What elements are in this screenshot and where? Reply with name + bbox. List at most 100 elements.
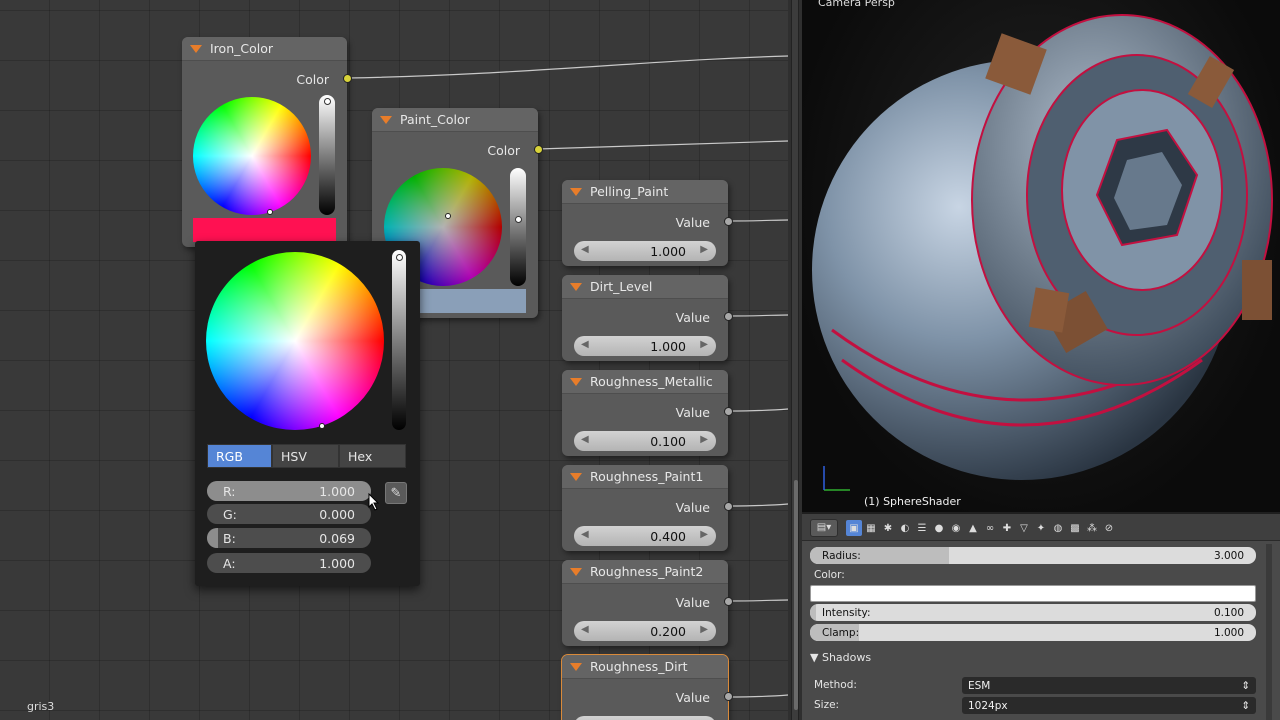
collapse-arrow-icon[interactable] xyxy=(570,662,582,671)
output-socket[interactable] xyxy=(724,217,733,226)
modifier-icon[interactable]: ▲ xyxy=(965,520,981,536)
color-wheel[interactable] xyxy=(193,97,311,215)
decrement-icon[interactable]: ◀ xyxy=(581,529,589,540)
slider-knob[interactable] xyxy=(323,98,331,105)
size-dropdown[interactable]: 1024px ⇕ xyxy=(962,697,1256,714)
value-slider[interactable] xyxy=(319,95,335,215)
output-socket[interactable] xyxy=(724,407,733,416)
output-socket[interactable] xyxy=(534,145,543,154)
3d-viewport[interactable]: Camera Persp (1) SphereShader xyxy=(802,0,1280,512)
node-header[interactable]: Dirt_Level xyxy=(562,275,728,299)
light-color-swatch[interactable] xyxy=(810,585,1256,602)
node-header[interactable]: Roughness_Paint1 xyxy=(562,465,728,489)
node-dirt-level[interactable]: Dirt_Level Value ◀ 1.000 ▶ xyxy=(562,275,733,361)
node-header[interactable]: Pelling_Paint xyxy=(562,180,728,204)
eyedropper-button[interactable]: ✎ xyxy=(385,482,407,504)
wheel-cursor[interactable] xyxy=(445,213,451,219)
node-header[interactable]: Roughness_Metallic xyxy=(562,370,728,394)
node-roughness-paint1[interactable]: Roughness_Paint1 Value ◀ 0.400 ▶ xyxy=(562,465,733,551)
collapse-arrow-icon[interactable] xyxy=(570,377,582,386)
decrement-icon[interactable]: ◀ xyxy=(581,244,589,255)
texture-icon[interactable]: ▩ xyxy=(1067,520,1083,536)
wheel-cursor[interactable] xyxy=(267,209,273,215)
node-roughness-dirt[interactable]: Roughness_Dirt Value xyxy=(562,655,733,720)
value-slider[interactable] xyxy=(510,168,526,286)
value-field[interactable] xyxy=(574,716,716,720)
node-roughness-metallic[interactable]: Roughness_Metallic Value ◀ 0.100 ▶ xyxy=(562,370,733,456)
color-picker-popup[interactable]: RGB HSV Hex R: 1.000 G: 0.000 B: 0.069 A… xyxy=(195,241,420,586)
collapse-arrow-icon[interactable] xyxy=(190,44,202,53)
color-swatch[interactable] xyxy=(193,218,336,242)
increment-icon[interactable]: ▶ xyxy=(700,339,708,350)
collapse-arrow-icon[interactable] xyxy=(570,187,582,196)
node-iron-color[interactable]: Iron_Color Color xyxy=(182,37,352,247)
increment-icon[interactable]: ▶ xyxy=(700,244,708,255)
collapse-arrow-icon[interactable] xyxy=(570,567,582,576)
output-label: Value xyxy=(675,595,710,610)
node-header[interactable]: Iron_Color xyxy=(182,37,347,61)
shadows-panel-header[interactable]: ▼ Shadows xyxy=(810,651,871,664)
world-icon[interactable]: ◐ xyxy=(897,520,913,536)
material-icon[interactable]: ◍ xyxy=(1050,520,1066,536)
scrollbar-track[interactable] xyxy=(791,0,799,720)
node-header[interactable]: Paint_Color xyxy=(372,108,538,132)
intensity-field[interactable]: Intensity: 0.100 xyxy=(810,604,1256,621)
node-header[interactable]: Roughness_Paint2 xyxy=(562,560,728,584)
value-field[interactable]: ◀ 0.400 ▶ xyxy=(574,526,716,546)
tab-hex[interactable]: Hex xyxy=(339,444,406,468)
light-icon[interactable]: ✦ xyxy=(1033,520,1049,536)
output-socket[interactable] xyxy=(724,312,733,321)
scrollbar-thumb[interactable] xyxy=(794,480,798,710)
node-pelling-paint[interactable]: Pelling_Paint Value ◀ 1.000 ▶ xyxy=(562,180,733,266)
layers-icon[interactable]: ▦ xyxy=(863,520,879,536)
value-field[interactable]: ◀ 1.000 ▶ xyxy=(574,241,716,261)
list-icon[interactable]: ☰ xyxy=(914,520,930,536)
g-channel-field[interactable]: G: 0.000 xyxy=(207,504,371,524)
particles-icon[interactable]: ⁂ xyxy=(1084,520,1100,536)
area-splitter[interactable] xyxy=(788,0,802,720)
node-header[interactable]: Roughness_Dirt xyxy=(562,655,728,679)
data-icon[interactable]: ▽ xyxy=(1016,520,1032,536)
constraints-icon[interactable]: ◉ xyxy=(948,520,964,536)
color-wheel[interactable] xyxy=(206,252,384,430)
collapse-arrow-icon[interactable] xyxy=(570,472,582,481)
a-channel-field[interactable]: A: 1.000 xyxy=(207,553,371,573)
slider-knob[interactable] xyxy=(395,254,403,261)
editor-type-button[interactable]: ▤▾ xyxy=(810,519,838,537)
slider-knob[interactable] xyxy=(514,216,522,223)
wrench-icon[interactable]: ✚ xyxy=(999,520,1015,536)
decrement-icon[interactable]: ◀ xyxy=(581,339,589,350)
collapse-arrow-icon[interactable] xyxy=(570,282,582,291)
r-channel-field[interactable]: R: 1.000 xyxy=(207,481,371,501)
physics-icon[interactable]: ⊘ xyxy=(1101,520,1117,536)
increment-icon[interactable]: ▶ xyxy=(700,434,708,445)
wheel-cursor[interactable] xyxy=(319,423,325,429)
node-editor[interactable]: Iron_Color Color Paint_Color Color Pelli… xyxy=(0,0,788,720)
tab-hsv[interactable]: HSV xyxy=(272,444,339,468)
value-slider[interactable] xyxy=(392,250,406,430)
increment-icon[interactable]: ▶ xyxy=(700,529,708,540)
node-roughness-paint2[interactable]: Roughness_Paint2 Value ◀ 0.200 ▶ xyxy=(562,560,733,646)
value-field[interactable]: ◀ 0.100 ▶ xyxy=(574,431,716,451)
collapse-arrow-icon[interactable] xyxy=(380,115,392,124)
decrement-icon[interactable]: ◀ xyxy=(581,434,589,445)
decrement-icon[interactable]: ◀ xyxy=(581,624,589,635)
object-icon[interactable]: ● xyxy=(931,520,947,536)
radius-field[interactable]: Radius: 3.000 xyxy=(810,547,1256,564)
link-icon[interactable]: ∞ xyxy=(982,520,998,536)
increment-icon[interactable]: ▶ xyxy=(700,624,708,635)
output-socket[interactable] xyxy=(724,502,733,511)
properties-scrollbar[interactable] xyxy=(1266,544,1272,720)
output-socket[interactable] xyxy=(343,74,352,83)
value-field[interactable]: ◀ 1.000 ▶ xyxy=(574,336,716,356)
method-dropdown[interactable]: ESM ⇕ xyxy=(962,677,1256,694)
tab-rgb[interactable]: RGB xyxy=(207,444,272,468)
render-icon[interactable]: ▣ xyxy=(846,520,862,536)
value-field[interactable]: ◀ 0.200 ▶ xyxy=(574,621,716,641)
output-socket[interactable] xyxy=(724,597,733,606)
scene-icon[interactable]: ✱ xyxy=(880,520,896,536)
properties-panel[interactable]: ▤▾ ▣ ▦ ✱ ◐ ☰ ● ◉ ▲ ∞ ✚ ▽ ✦ ◍ ▩ ⁂ ⊘ Radiu… xyxy=(802,512,1280,720)
clamp-field[interactable]: Clamp: 1.000 xyxy=(810,624,1256,641)
b-channel-field[interactable]: B: 0.069 xyxy=(207,528,371,548)
output-socket[interactable] xyxy=(724,692,733,701)
